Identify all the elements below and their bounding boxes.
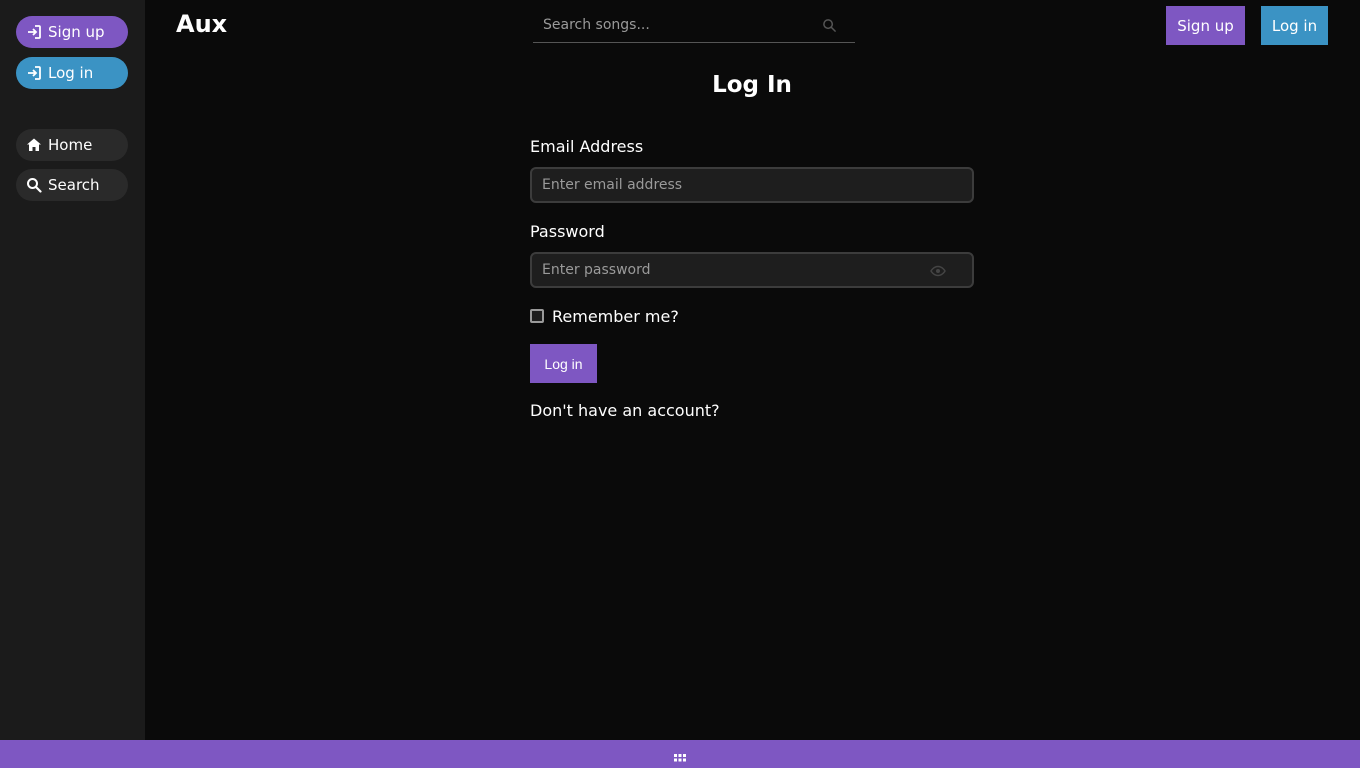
- password-field-wrapper: [530, 252, 974, 288]
- sign-in-icon: [28, 25, 41, 39]
- sidebar-login-label: Log in: [48, 64, 94, 82]
- email-field[interactable]: [532, 169, 972, 201]
- search-icon: [27, 178, 42, 193]
- home-icon: [27, 138, 41, 151]
- sidebar-home-label: Home: [48, 136, 93, 154]
- remember-me: Remember me?: [530, 305, 679, 327]
- search-icon[interactable]: [822, 18, 837, 33]
- brand-logo[interactable]: Aux: [176, 10, 227, 38]
- sidebar-item-home[interactable]: Home: [16, 129, 128, 161]
- bottom-player-bar[interactable]: [0, 740, 1360, 768]
- no-account-link[interactable]: Don't have an account?: [530, 401, 720, 420]
- remember-me-checkbox[interactable]: [530, 309, 544, 323]
- header-login-button[interactable]: Log in: [1261, 6, 1328, 45]
- sign-in-icon: [28, 66, 41, 80]
- sidebar-signup-button[interactable]: Sign up: [16, 16, 128, 48]
- sidebar-search-label: Search: [48, 176, 100, 194]
- search-input[interactable]: [533, 8, 818, 42]
- grid-icon[interactable]: [674, 754, 686, 762]
- sidebar-login-button[interactable]: Log in: [16, 57, 128, 89]
- page-title: Log In: [712, 72, 792, 98]
- password-field[interactable]: [532, 254, 972, 286]
- search-bar: [533, 8, 855, 43]
- sidebar-item-search[interactable]: Search: [16, 169, 128, 201]
- sidebar: Sign up Log in Home Search: [0, 0, 145, 740]
- sidebar-signup-label: Sign up: [48, 23, 105, 41]
- header-signup-button[interactable]: Sign up: [1166, 6, 1245, 45]
- remember-me-label[interactable]: Remember me?: [552, 307, 679, 326]
- email-label: Email Address: [530, 137, 644, 156]
- password-label: Password: [530, 222, 605, 241]
- email-field-wrapper: [530, 167, 974, 203]
- eye-icon[interactable]: [930, 263, 946, 279]
- login-submit-button[interactable]: Log in: [530, 344, 597, 383]
